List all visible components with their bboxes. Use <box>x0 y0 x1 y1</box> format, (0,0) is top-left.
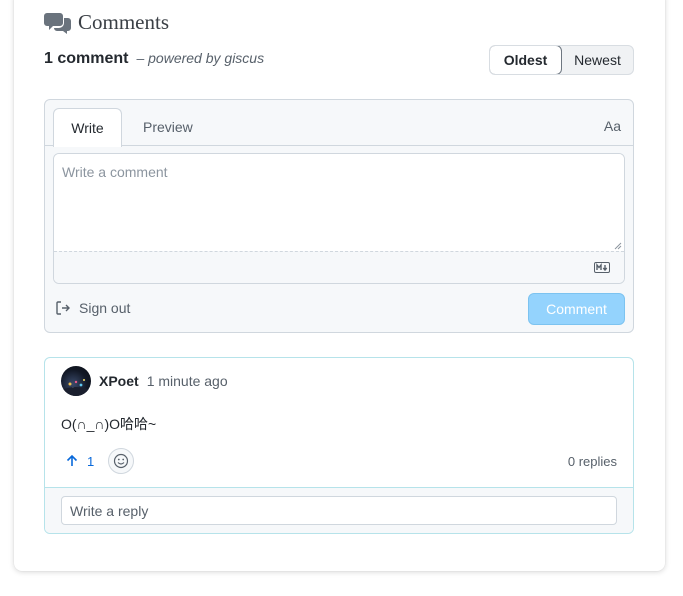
comments-count-row: 1 comment – powered by giscus <box>44 50 264 68</box>
comment-body: O(∩_∩)O哈哈~ <box>61 416 157 432</box>
editor-footer: Sign out Comment <box>45 290 633 334</box>
comment-input[interactable] <box>54 154 624 253</box>
comments-icon <box>44 11 72 35</box>
textarea-footer <box>54 251 624 283</box>
replies-count: 0 replies <box>567 454 617 469</box>
sign-out-label: Sign out <box>79 300 131 316</box>
comment-count: 1 comment <box>44 50 129 67</box>
comment-editor: Write Preview Aa Sign out Comment <box>44 99 634 333</box>
comments-title: Comments <box>78 10 170 34</box>
markdown-icon[interactable] <box>594 262 610 273</box>
arrow-up-icon <box>66 454 78 466</box>
sort-newest-button[interactable]: Newest <box>562 46 633 74</box>
comment-header: XPoet 1 minute ago <box>61 366 228 396</box>
add-reaction-button[interactable] <box>108 448 135 474</box>
text-size-toggle[interactable]: Aa <box>604 118 621 134</box>
comment-actions: 1 <box>61 448 135 474</box>
comment-item: XPoet 1 minute ago O(∩_∩)O哈哈~ 1 0 replie… <box>44 357 634 534</box>
tab-write[interactable]: Write <box>53 108 122 147</box>
reply-input[interactable] <box>61 496 617 525</box>
comment-author[interactable]: XPoet <box>99 373 139 389</box>
sort-toggle: Oldest Newest <box>489 45 634 75</box>
avatar[interactable] <box>61 366 91 396</box>
comment-submit-button[interactable]: Comment <box>528 293 625 325</box>
reply-bar <box>45 487 633 533</box>
sign-out-icon <box>56 301 70 315</box>
smiley-icon <box>114 453 129 469</box>
upvote-button[interactable]: 1 <box>61 452 98 471</box>
resize-handle-icon[interactable] <box>614 242 622 250</box>
sign-out-button[interactable]: Sign out <box>55 300 130 316</box>
powered-by-giscus[interactable]: – powered by giscus <box>136 50 264 66</box>
comment-textarea-wrapper <box>53 153 625 284</box>
comments-header: Comments <box>44 10 169 35</box>
comment-time[interactable]: 1 minute ago <box>147 373 228 389</box>
upvote-count: 1 <box>87 453 95 469</box>
avatar-image-icon <box>61 379 91 396</box>
tab-preview[interactable]: Preview <box>127 108 209 146</box>
sort-oldest-button[interactable]: Oldest <box>490 46 562 74</box>
editor-tabs: Write Preview Aa <box>45 100 633 147</box>
